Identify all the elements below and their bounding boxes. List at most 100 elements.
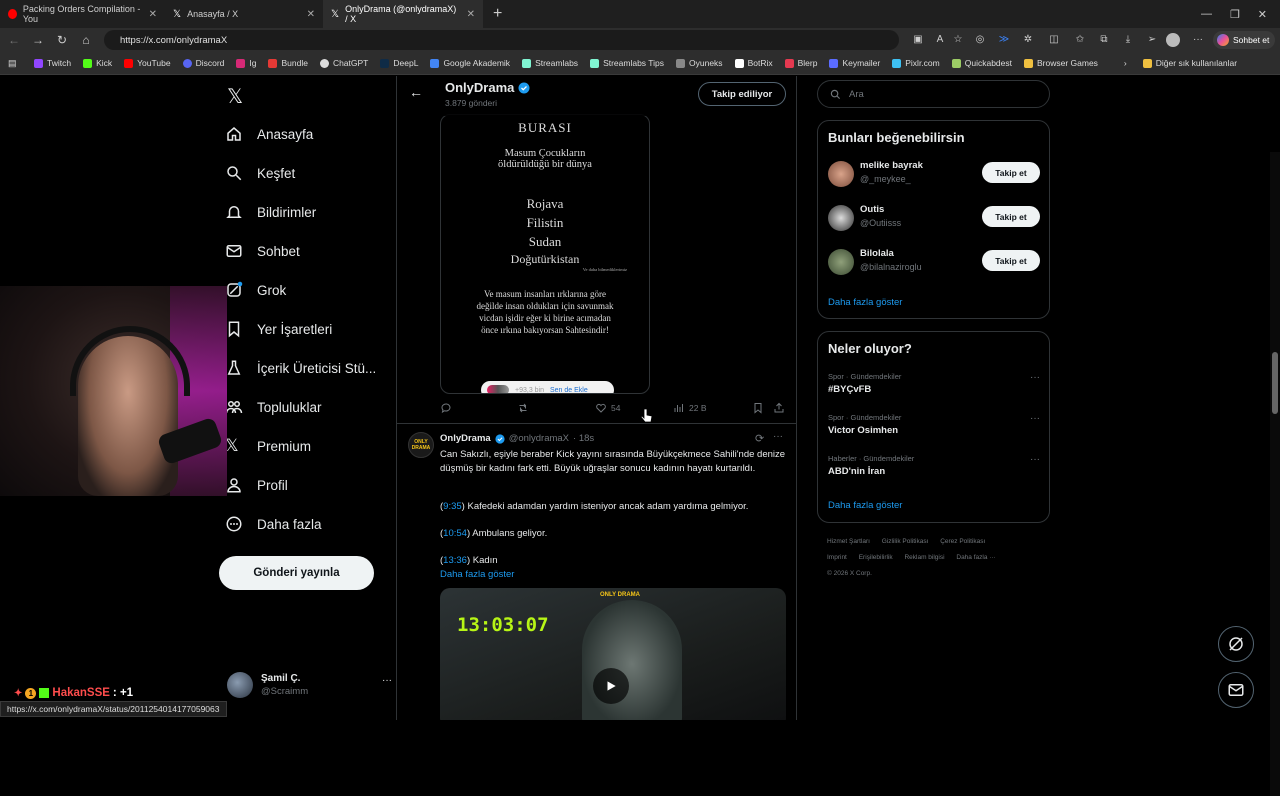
split-screen-icon[interactable]: ◫ <box>1046 32 1062 48</box>
browser-tab-onlydrama[interactable]: 𝕏 OnlyDrama (@onlydramaX) / X ✕ <box>323 0 483 28</box>
timestamp-link[interactable]: 10:54 <box>443 528 467 539</box>
gamepad-icon[interactable]: ◎ <box>972 32 988 48</box>
bookmark-kick[interactable]: Kick <box>83 58 112 68</box>
app-available-icon[interactable]: ▣ <box>910 32 926 48</box>
sidebar-toggle-icon[interactable]: ▤ <box>8 58 20 69</box>
bookmark-oyuneks[interactable]: Oyuneks <box>676 58 723 68</box>
read-aloud-icon[interactable]: A <box>932 32 948 48</box>
post-video[interactable]: 13:03:07 ONLY DRAMA <box>440 588 786 720</box>
bookmark-deepl[interactable]: DeepL <box>380 58 418 68</box>
footer-link[interactable]: Hizmet Şartları <box>827 538 870 545</box>
bookmark-keymailer[interactable]: Keymailer <box>829 58 880 68</box>
more-icon[interactable]: ··· <box>1030 454 1040 465</box>
close-tab-icon[interactable]: ✕ <box>149 9 157 20</box>
follow-button[interactable]: Takip et <box>982 162 1040 183</box>
add-yours-chip[interactable]: +93,3 bin Sen de Ekle <box>481 381 614 393</box>
nav-notifications[interactable]: Bildirimler <box>225 203 316 221</box>
follow-button[interactable]: Takip et <box>982 206 1040 227</box>
messages-fab-button[interactable] <box>1218 672 1254 708</box>
extensions-puzzle-icon[interactable]: ✲ <box>1020 32 1036 48</box>
nav-bookmarks[interactable]: Yer İşaretleri <box>225 320 332 338</box>
play-button[interactable] <box>593 668 629 704</box>
profile-avatar-icon[interactable] <box>1166 33 1180 47</box>
show-more-link[interactable]: Daha fazla göster <box>828 297 902 308</box>
bookmark-twitch[interactable]: Twitch <box>34 58 71 68</box>
browser-menu-icon[interactable]: ··· <box>1190 32 1206 48</box>
back-arrow-icon[interactable]: ← <box>409 84 423 100</box>
footer-link[interactable]: Imprint <box>827 554 847 561</box>
show-more-link[interactable]: Daha fazla göster <box>440 569 514 580</box>
bookmark-pixlr[interactable]: Pixlr.com <box>892 58 940 68</box>
footer-link[interactable]: Erişilebilirlik <box>859 554 893 561</box>
browser-tab-youtube[interactable]: Packing Orders Compilation - You ✕ <box>0 0 165 28</box>
suggestion-item[interactable]: melike bayrak @_meykee_ Takip et <box>828 158 1040 192</box>
suggestion-item[interactable]: Outis @Outiisss Takip et <box>828 202 1040 236</box>
forward-icon[interactable]: → <box>26 33 50 47</box>
bookmark-browser-games[interactable]: Browser Games <box>1023 58 1098 68</box>
bookmark-bundle[interactable]: Bundle <box>268 58 308 68</box>
page-scrollbar[interactable] <box>1270 152 1280 796</box>
back-icon[interactable]: ← <box>2 33 26 47</box>
trend-item[interactable]: Haberler · Gündemdekiler ABD'nin İran ··… <box>828 454 1040 484</box>
browser-tab-home[interactable]: 𝕏 Anasayfa / X ✕ <box>165 0 323 28</box>
favorites-icon[interactable]: ✩ <box>1072 32 1088 48</box>
refresh-icon[interactable]: ↻ <box>50 33 74 47</box>
other-bookmarks[interactable]: Diğer sık kullanılanlar <box>1142 58 1237 68</box>
bookmark-blerp[interactable]: Blerp <box>784 58 817 68</box>
nav-more[interactable]: Daha fazla <box>225 515 322 533</box>
suggestion-item[interactable]: Bilolala @bilalnaziroglu Takip et <box>828 246 1040 280</box>
bookmark-quickabdest[interactable]: Quickabdest <box>951 58 1012 68</box>
grok-fab-button[interactable] <box>1218 626 1254 662</box>
post-author-handle[interactable]: @onlydramaX <box>509 433 569 444</box>
avatar[interactable]: ONLY DRAMA <box>408 432 434 458</box>
bookmark-youtube[interactable]: YouTube <box>124 58 171 68</box>
timestamp-link[interactable]: 9:35 <box>443 501 462 512</box>
extension-icon[interactable]: ≫ <box>996 32 1012 48</box>
like-button[interactable]: 54 <box>595 402 620 414</box>
trend-item[interactable]: Spor · Gündemdekiler #BYÇvFB ··· <box>828 372 1040 402</box>
footer-link[interactable]: Daha fazla ··· <box>956 554 995 561</box>
post-time[interactable]: · 18s <box>573 433 594 444</box>
nav-profile[interactable]: Profil <box>225 476 288 494</box>
post-image[interactable]: BURASI Masum Çocukların öldürüldüğü bir … <box>440 114 650 394</box>
chevron-right-icon[interactable]: › <box>1124 58 1127 68</box>
bookmark-discord[interactable]: Discord <box>182 58 224 68</box>
collections-icon[interactable]: ⧉ <box>1096 32 1112 48</box>
bookmark-botrix[interactable]: BotRix <box>734 58 773 68</box>
footer-link[interactable]: Reklam bilgisi <box>904 554 944 561</box>
bookmark-streamlabs-tips[interactable]: Streamlabs Tips <box>590 58 664 68</box>
bookmark-streamlabs[interactable]: Streamlabs <box>522 58 578 68</box>
trend-item[interactable]: Spor · Gündemdekiler Victor Osimhen ··· <box>828 413 1040 443</box>
post-author-name[interactable]: OnlyDrama <box>440 433 491 444</box>
url-field[interactable]: https://x.com/onlydramaX <box>104 30 899 50</box>
bookmark-chatgpt[interactable]: ChatGPT <box>319 58 368 68</box>
search-input[interactable]: Ara <box>817 80 1050 108</box>
more-icon[interactable]: ··· <box>1030 413 1040 424</box>
nav-creator-studio[interactable]: İçerik Üreticisi Stü... <box>225 359 376 377</box>
repost-button[interactable] <box>517 402 529 414</box>
close-tab-icon[interactable]: ✕ <box>467 9 475 20</box>
bookmark-button[interactable] <box>752 402 764 414</box>
x-logo-icon[interactable]: 𝕏 <box>227 84 243 109</box>
timestamp-link[interactable]: 13:36 <box>443 555 467 566</box>
follow-button[interactable]: Takip et <box>982 250 1040 271</box>
more-icon[interactable]: ··· <box>382 675 392 686</box>
views-button[interactable]: 22 B <box>673 402 707 414</box>
nav-grok[interactable]: Grok <box>225 281 286 299</box>
close-tab-icon[interactable]: ✕ <box>307 9 315 20</box>
footer-link[interactable]: Gizlilik Politikası <box>882 538 929 545</box>
home-icon[interactable]: ⌂ <box>74 33 98 47</box>
scrollbar-thumb[interactable] <box>1272 352 1278 414</box>
account-switcher[interactable]: Şamil Ç. @Scraimm ··· <box>227 672 392 702</box>
new-tab-button[interactable]: + <box>483 5 512 23</box>
post-button[interactable]: Gönderi yayınla <box>219 556 374 590</box>
close-window-icon[interactable]: ✕ <box>1258 8 1267 21</box>
maximize-icon[interactable]: ❐ <box>1230 8 1240 21</box>
more-icon[interactable]: ··· <box>773 431 783 442</box>
reply-button[interactable] <box>440 402 452 414</box>
show-more-link[interactable]: Daha fazla göster <box>828 500 902 511</box>
nav-explore[interactable]: Keşfet <box>225 164 295 182</box>
minimize-icon[interactable]: — <box>1201 8 1212 20</box>
bookmark-ig[interactable]: Ig <box>236 58 256 68</box>
bookmark-google-akademik[interactable]: Google Akademik <box>430 58 510 68</box>
